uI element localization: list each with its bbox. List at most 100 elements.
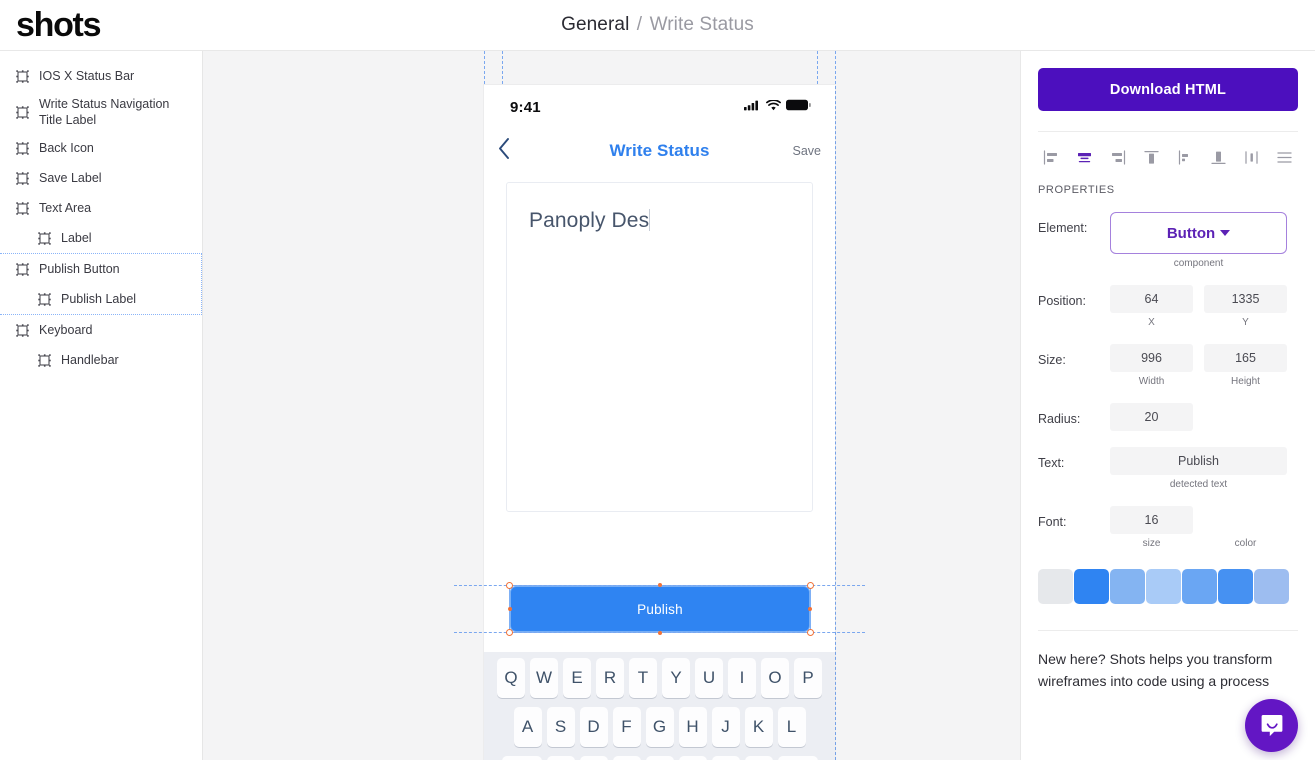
resize-handle-middle-left[interactable] [508,607,512,611]
font-color-value [1204,506,1287,534]
key-b[interactable]: B [678,756,707,760]
align-center-horizontal-icon[interactable] [1073,146,1095,168]
font-size-input[interactable]: 16 [1110,506,1193,534]
breadcrumb-root[interactable]: General [561,14,629,35]
key-d[interactable]: D [579,707,608,747]
key-x[interactable]: X [579,756,608,760]
design-canvas[interactable]: 9:41 Write Status Save Panoply Des Publi… [203,51,1020,760]
sidebar-item-label: Publish Button [39,262,120,276]
key-g[interactable]: G [645,707,674,747]
frame-icon [14,68,31,85]
align-bottom-icon[interactable] [1207,146,1229,168]
key-q[interactable]: Q [497,658,525,698]
radius-label: Radius: [1038,412,1081,426]
sidebar-item-write-status-navigation-title-label[interactable]: Write Status Navigation Title Label [0,91,202,133]
font-label: Font: [1038,515,1067,529]
sidebar-item-publish-button[interactable]: Publish Button [0,254,201,284]
key-o[interactable]: O [761,658,789,698]
position-x-input[interactable]: 64 [1110,285,1193,313]
element-type-value: Button [1166,224,1216,242]
panel-divider-bottom [1038,630,1298,631]
key-r[interactable]: R [596,658,624,698]
ios-keyboard: Q W E R T Y U I O P A S D F G H J K L [484,652,835,760]
element-label: Element: [1038,221,1088,235]
align-top-icon[interactable] [1140,146,1162,168]
element-field-col: Button component [1110,212,1287,269]
text-input[interactable]: Publish [1110,447,1287,475]
key-n[interactable]: N [711,756,740,760]
color-swatch-1[interactable] [1074,569,1109,604]
shift-icon[interactable] [501,756,542,760]
align-right-icon[interactable] [1107,146,1129,168]
distribute-evenly-icon[interactable] [1274,146,1296,168]
key-c[interactable]: C [612,756,641,760]
download-html-button[interactable]: Download HTML [1038,68,1298,111]
sidebar-item-text-area[interactable]: Text Area [0,193,202,223]
color-swatch-5[interactable] [1218,569,1253,604]
save-label[interactable]: Save [793,144,822,158]
chat-bubble-icon[interactable] [1245,699,1298,752]
resize-handle-top-right[interactable] [807,582,814,589]
backspace-icon[interactable] [777,756,818,760]
key-u[interactable]: U [695,658,723,698]
sidebar-item-label[interactable]: Label [0,223,202,253]
frame-icon [14,140,31,157]
key-e[interactable]: E [563,658,591,698]
size-fields: 996 Width 165 Height [1110,344,1298,387]
color-swatch-3[interactable] [1146,569,1181,604]
radius-input[interactable]: 20 [1110,403,1193,431]
key-i[interactable]: I [728,658,756,698]
color-swatch-6[interactable] [1254,569,1289,604]
key-a[interactable]: A [513,707,542,747]
sidebar-item-back-icon[interactable]: Back Icon [0,133,202,163]
key-s[interactable]: S [546,707,575,747]
distribute-left-icon[interactable] [1174,146,1196,168]
sidebar-item-keyboard[interactable]: Keyboard [0,315,202,345]
text-caret [649,209,651,231]
align-center-vertical-icon[interactable] [1241,146,1263,168]
resize-handle-bottom-center[interactable] [658,631,662,635]
frame-icon [14,200,31,217]
publish-button[interactable]: Publish [510,586,810,632]
size-width-caption: Width [1138,376,1165,387]
sidebar-item-publish-label[interactable]: Publish Label [0,284,201,314]
key-m[interactable]: M [744,756,773,760]
size-label: Size: [1038,353,1066,367]
key-w[interactable]: W [530,658,558,698]
color-swatch-0[interactable] [1038,569,1073,604]
resize-handle-middle-right[interactable] [808,607,812,611]
position-y-input[interactable]: 1335 [1204,285,1287,313]
element-type-dropdown[interactable]: Button [1110,212,1287,254]
key-j[interactable]: J [711,707,740,747]
key-p[interactable]: P [794,658,822,698]
sidebar-item-save-label[interactable]: Save Label [0,163,202,193]
sidebar-item-ios-x-status-bar[interactable]: IOS X Status Bar [0,61,202,91]
size-height-input[interactable]: 165 [1204,344,1287,372]
back-icon[interactable] [498,138,510,165]
position-x-col: 64 X [1110,285,1193,328]
resize-handle-bottom-left[interactable] [506,629,513,636]
key-f[interactable]: F [612,707,641,747]
cellular-signal-icon [744,98,761,116]
publish-label: Publish [637,601,683,617]
key-t[interactable]: T [629,658,657,698]
key-k[interactable]: K [744,707,773,747]
key-l[interactable]: L [777,707,806,747]
position-x-caption: X [1148,317,1155,328]
selected-layer-group: Publish Button Publish Label [0,253,202,315]
sidebar-item-label: Save Label [39,171,102,185]
resize-handle-top-left[interactable] [506,582,513,589]
resize-handle-top-center[interactable] [658,583,662,587]
sidebar-item-label: Publish Label [61,292,137,306]
key-y[interactable]: Y [662,658,690,698]
text-area[interactable]: Panoply Des [506,182,813,512]
align-left-icon[interactable] [1040,146,1062,168]
color-swatch-4[interactable] [1182,569,1217,604]
key-v[interactable]: V [645,756,674,760]
color-swatch-2[interactable] [1110,569,1145,604]
key-h[interactable]: H [678,707,707,747]
sidebar-item-handlebar[interactable]: Handlebar [0,345,202,375]
resize-handle-bottom-right[interactable] [807,629,814,636]
size-width-input[interactable]: 996 [1110,344,1193,372]
key-z[interactable]: Z [546,756,575,760]
